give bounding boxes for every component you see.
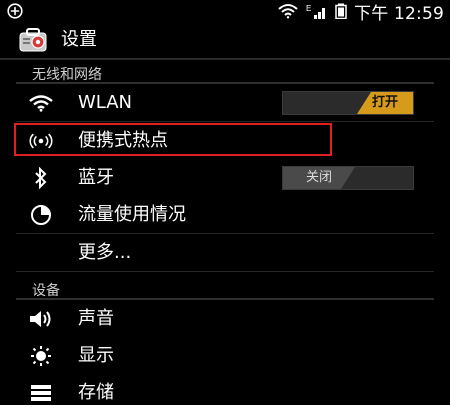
settings-item-storage[interactable]: 存储 xyxy=(16,374,434,403)
settings-item-wlan[interactable]: WLAN 打开 xyxy=(16,84,434,122)
battery-icon xyxy=(335,3,347,19)
settings-item-label: 更多... xyxy=(78,242,132,263)
volume-icon xyxy=(28,307,54,331)
highlight-rectangle xyxy=(14,123,332,156)
brightness-icon xyxy=(28,344,54,368)
section-title-device: 设备 xyxy=(32,283,60,299)
status-indicators: E 下午 12:59 xyxy=(277,0,444,24)
settings-item-label: 声音 xyxy=(78,308,114,329)
wlan-toggle-label: 打开 xyxy=(357,92,413,114)
settings-item-more[interactable]: 更多... xyxy=(16,234,434,272)
settings-item-label: 流量使用情况 xyxy=(78,204,186,225)
status-bar: E 下午 12:59 xyxy=(0,0,450,24)
status-time: 下午 12:59 xyxy=(354,3,444,24)
svg-text:E: E xyxy=(306,4,311,13)
section-title-wireless: 无线和网络 xyxy=(32,67,102,83)
app-bar: 设置 xyxy=(0,22,450,60)
settings-item-label: 存储 xyxy=(78,382,114,403)
page-title: 设置 xyxy=(61,29,97,50)
wlan-toggle[interactable]: 打开 xyxy=(282,91,414,115)
signal-e-icon: E xyxy=(306,3,328,19)
wifi-icon xyxy=(277,3,299,19)
plus-circle-icon xyxy=(6,2,24,20)
settings-item-label: 显示 xyxy=(78,345,114,366)
data-usage-icon xyxy=(28,203,54,227)
settings-item-bluetooth[interactable]: 蓝牙 关闭 xyxy=(16,159,434,197)
storage-icon xyxy=(28,381,54,405)
settings-item-display[interactable]: 显示 xyxy=(16,337,434,375)
bluetooth-toggle-label: 关闭 xyxy=(283,167,355,189)
settings-item-label: WLAN xyxy=(78,92,133,113)
wifi-icon xyxy=(28,91,54,115)
section-header-wireless: 无线和网络 xyxy=(0,60,450,84)
settings-item-sound[interactable]: 声音 xyxy=(16,300,434,338)
bluetooth-icon xyxy=(28,166,54,190)
section-header-device: 设备 xyxy=(0,276,450,300)
settings-toolbox-icon[interactable] xyxy=(18,27,48,53)
settings-item-data-usage[interactable]: 流量使用情况 xyxy=(16,196,434,234)
settings-item-label: 蓝牙 xyxy=(78,167,114,188)
bluetooth-toggle[interactable]: 关闭 xyxy=(282,166,414,190)
